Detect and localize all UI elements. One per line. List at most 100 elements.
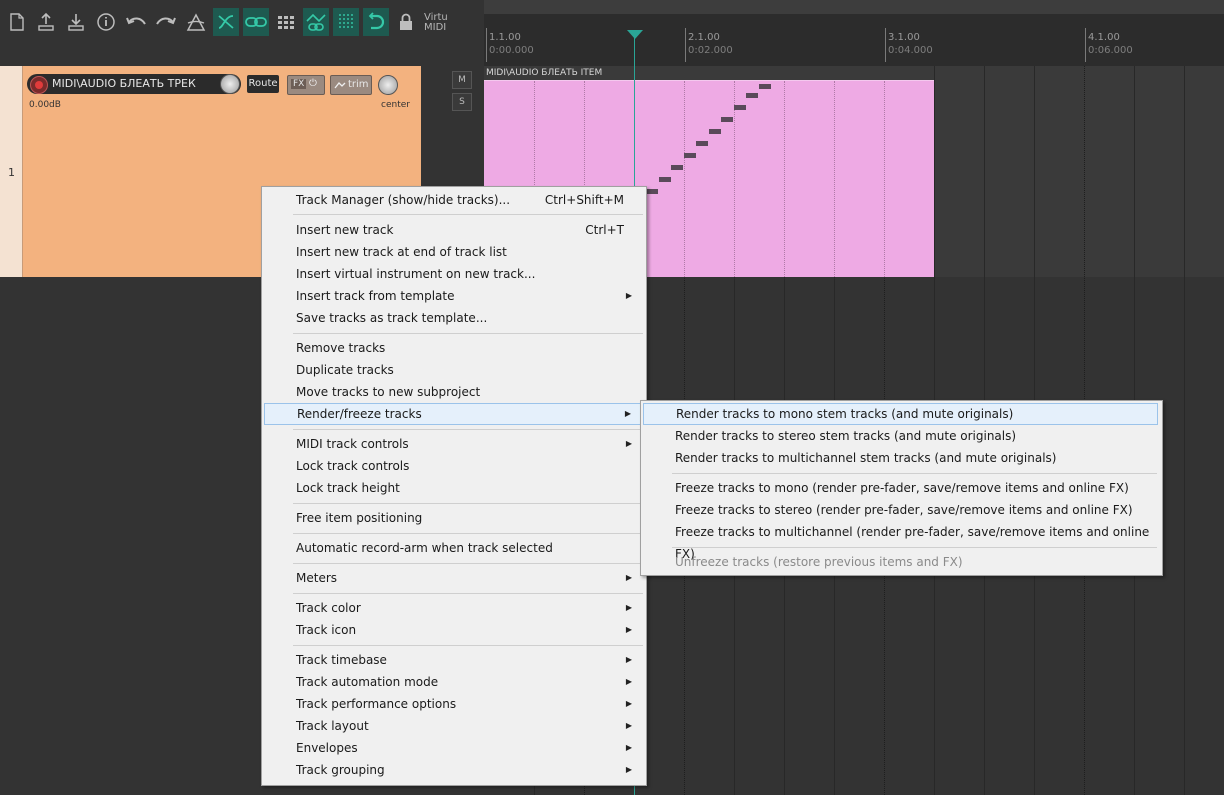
menu-separator (293, 533, 643, 534)
submenu-arrow-icon: ▶ (625, 655, 632, 664)
fx-button[interactable]: FX ⏻ (287, 75, 325, 95)
menu-item-label: Track layout (296, 719, 369, 733)
menu-item-label: Render tracks to stereo stem tracks (and… (675, 429, 1017, 443)
menu-item-auto-record-arm[interactable]: Automatic record-arm when track selected (264, 537, 642, 559)
menu-item-label: Lock track height (296, 481, 400, 495)
automation-mode-label: trim (348, 79, 369, 90)
menu-item-freeze-stereo[interactable]: Freeze tracks to stereo (render pre-fade… (643, 499, 1158, 521)
menu-item-track-icon[interactable]: Track icon ▶ (264, 619, 642, 641)
menu-item-render-mono-stem[interactable]: Render tracks to mono stem tracks (and m… (643, 403, 1158, 425)
menu-item-label: MIDI track controls (296, 437, 409, 451)
virtual-midi-keyboard-button[interactable]: Virtu MIDI (424, 13, 448, 33)
menu-item-remove-tracks[interactable]: Remove tracks (264, 337, 642, 359)
menu-item-shortcut: Ctrl+Shift+M (544, 193, 624, 207)
metronome-icon[interactable] (183, 8, 209, 36)
ruler-time-label: 0:06.000 (1088, 45, 1133, 56)
pan-knob[interactable] (378, 75, 398, 95)
volume-knob[interactable] (220, 74, 240, 94)
menu-item-label: Remove tracks (296, 341, 386, 355)
link-icon[interactable] (243, 8, 269, 36)
menu-item-label: Envelopes (296, 741, 358, 755)
midi-note (696, 141, 708, 146)
menu-item-track-performance-options[interactable]: Track performance options ▶ (264, 693, 642, 715)
midi-note (671, 165, 683, 170)
lock-icon[interactable] (393, 8, 419, 36)
menu-item-track-automation-mode[interactable]: Track automation mode ▶ (264, 671, 642, 693)
loop-icon[interactable] (363, 8, 389, 36)
solo-button[interactable]: S (452, 93, 472, 111)
envelope-link-icon[interactable] (303, 8, 329, 36)
midi-note (646, 189, 658, 194)
menu-item-insert-track-at-end[interactable]: Insert new track at end of track list (264, 241, 642, 263)
new-project-icon[interactable] (4, 8, 30, 36)
ripple-edit-icon[interactable] (213, 8, 239, 36)
ruler-time-label: 0:02.000 (688, 45, 733, 56)
menu-item-label: Automatic record-arm when track selected (296, 541, 553, 555)
item-beat-line (834, 81, 836, 277)
submenu-arrow-icon: ▶ (625, 573, 632, 582)
menu-item-track-manager[interactable]: Track Manager (show/hide tracks)... Ctrl… (264, 189, 642, 211)
menu-item-lock-track-controls[interactable]: Lock track controls (264, 455, 642, 477)
track-context-menu: Track Manager (show/hide tracks)... Ctrl… (261, 186, 647, 786)
menu-item-free-item-positioning[interactable]: Free item positioning (264, 507, 642, 529)
menu-item-label: Insert new track (296, 223, 394, 237)
record-arm-button[interactable] (30, 76, 48, 94)
media-item-name: MIDI\AUDIO БЛЕАТЬ ITEM (486, 68, 603, 78)
menu-item-track-timebase[interactable]: Track timebase ▶ (264, 649, 642, 671)
menu-item-label: Move tracks to new subproject (296, 385, 481, 399)
menu-separator (293, 593, 643, 594)
menu-item-label: Track grouping (296, 763, 385, 777)
save-project-icon[interactable] (33, 8, 59, 36)
route-button[interactable]: Route (247, 75, 279, 93)
open-project-icon[interactable] (63, 8, 89, 36)
menu-item-render-freeze-tracks[interactable]: Render/freeze tracks ▶ (264, 403, 642, 425)
snap-grid-icon[interactable] (333, 8, 359, 36)
menu-item-label: Track performance options (296, 697, 457, 711)
menu-item-label: Lock track controls (296, 459, 410, 473)
grid-icon[interactable] (273, 8, 299, 36)
redo-icon[interactable] (153, 8, 179, 36)
submenu-arrow-icon: ▶ (624, 409, 631, 418)
ruler-region-band[interactable] (484, 0, 1224, 14)
menu-item-freeze-multichannel[interactable]: Freeze tracks to multichannel (render pr… (643, 521, 1158, 561)
menu-item-shortcut: Ctrl+T (585, 223, 624, 237)
virtual-midi-label-line2: MIDI (424, 22, 447, 33)
media-item-title-bar[interactable]: MIDI\AUDIO БЛЕАТЬ ITEM (484, 66, 934, 80)
submenu-arrow-icon: ▶ (625, 291, 632, 300)
menu-item-render-stereo-stem[interactable]: Render tracks to stereo stem tracks (and… (643, 425, 1158, 447)
menu-item-unfreeze-tracks[interactable]: Unfreeze tracks (restore previous items … (643, 551, 1158, 573)
menu-item-insert-virtual-instrument[interactable]: Insert virtual instrument on new track..… (264, 263, 642, 285)
menu-item-meters[interactable]: Meters ▶ (264, 567, 642, 589)
automation-mode-button[interactable]: trim (330, 75, 372, 95)
menu-item-track-color[interactable]: Track color ▶ (264, 597, 642, 619)
menu-item-freeze-mono[interactable]: Freeze tracks to mono (render pre-fader,… (643, 477, 1158, 499)
project-info-icon[interactable] (93, 8, 119, 36)
menu-item-label: Track color (296, 601, 361, 615)
menu-item-save-track-template[interactable]: Save tracks as track template... (264, 307, 642, 329)
fx-bypass-icon[interactable]: ⏻ (309, 78, 317, 89)
menu-item-insert-track-from-template[interactable]: Insert track from template ▶ (264, 285, 642, 307)
playhead-marker-icon[interactable] (627, 30, 643, 39)
menu-item-label: Insert virtual instrument on new track..… (296, 267, 536, 281)
envelope-icon (334, 82, 346, 89)
menu-item-render-multichannel-stem[interactable]: Render tracks to multichannel stem track… (643, 447, 1158, 469)
undo-icon[interactable] (123, 8, 149, 36)
menu-item-envelopes[interactable]: Envelopes ▶ (264, 737, 642, 759)
volume-value: 0.00dB (29, 100, 61, 110)
menu-item-label: Track timebase (296, 653, 387, 667)
menu-item-insert-new-track[interactable]: Insert new track Ctrl+T (264, 219, 642, 241)
menu-item-midi-track-controls[interactable]: MIDI track controls ▶ (264, 433, 642, 455)
menu-item-track-grouping[interactable]: Track grouping ▶ (264, 759, 642, 781)
midi-note (734, 105, 746, 110)
submenu-arrow-icon: ▶ (625, 743, 632, 752)
timeline-ruler[interactable]: 1.1.00 0:00.000 2.1.00 0:02.000 3.1.00 0… (484, 0, 1224, 66)
submenu-arrow-icon: ▶ (625, 603, 632, 612)
menu-item-track-layout[interactable]: Track layout ▶ (264, 715, 642, 737)
menu-item-move-to-subproject[interactable]: Move tracks to new subproject (264, 381, 642, 403)
pan-value: center (381, 100, 410, 110)
menu-item-lock-track-height[interactable]: Lock track height (264, 477, 642, 499)
menu-item-duplicate-tracks[interactable]: Duplicate tracks (264, 359, 642, 381)
track-name: MIDI\AUDIO БЛЕАТЬ ТРЕК (52, 77, 196, 90)
mute-button[interactable]: M (452, 71, 472, 89)
midi-note (659, 177, 671, 182)
